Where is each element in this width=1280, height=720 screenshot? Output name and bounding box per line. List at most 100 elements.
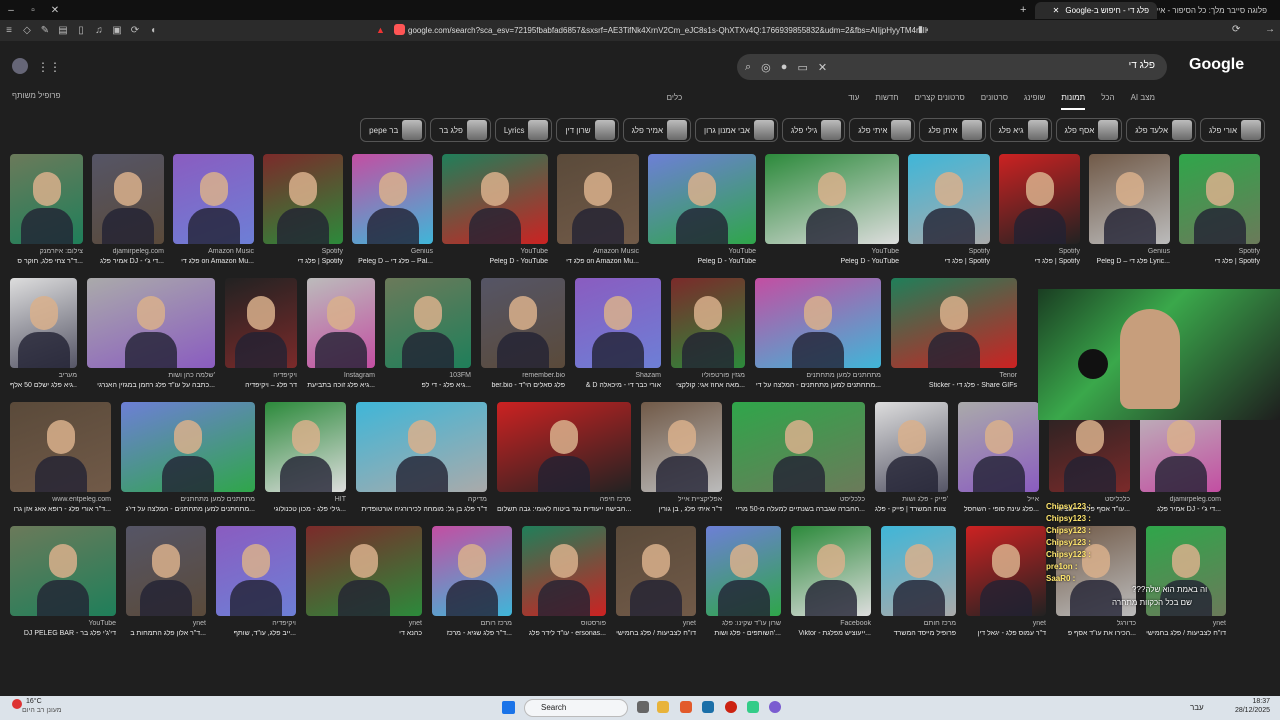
tab-tools[interactable]: כלים bbox=[667, 93, 683, 110]
result-title[interactable]: גיא פלג זוכה בתביעת... bbox=[307, 382, 375, 389]
related-chip[interactable]: אלעד פלג bbox=[1126, 118, 1196, 142]
result-title[interactable]: & D אורי כבר די - מיכאלה bbox=[575, 382, 661, 389]
result-source[interactable]: HIT bbox=[265, 496, 346, 503]
result-source[interactable]: אייל bbox=[958, 496, 1039, 503]
result-title[interactable]: פלג די on Amazon Mu... bbox=[557, 258, 639, 265]
result-thumbnail[interactable] bbox=[121, 402, 255, 492]
result-title[interactable]: פלג די on Amazon Mu... bbox=[173, 258, 254, 265]
result-title[interactable]: Peleg D - YouTube bbox=[442, 258, 548, 265]
related-chip[interactable]: איתן פלג bbox=[919, 118, 986, 142]
result-title[interactable]: השותפים - פלג ושות'... bbox=[706, 630, 781, 637]
result-title[interactable]: גיא פלג - די לפ... bbox=[385, 382, 471, 389]
result-title[interactable]: Peleg D – פלג די – Pal... bbox=[352, 258, 433, 265]
result-source[interactable]: מגזין פורטפוליו bbox=[671, 372, 745, 379]
result-source[interactable]: מתחתנים למען מתחתנים bbox=[755, 372, 881, 379]
taskbar-search[interactable]: Search bbox=[524, 699, 628, 717]
result-source[interactable]: אפליקציית אייל bbox=[641, 496, 722, 503]
result-title[interactable]: חבישה ייעודית נגד ביטוח לאומי: גבה תשלום… bbox=[497, 506, 631, 513]
related-chip[interactable]: גילי פלג bbox=[781, 118, 846, 142]
result-thumbnail[interactable] bbox=[875, 402, 948, 492]
result-source[interactable]: YouTube bbox=[442, 248, 548, 255]
tab-images[interactable]: תמונות bbox=[1061, 93, 1086, 110]
result-source[interactable]: Amazon Music bbox=[173, 248, 254, 255]
result-title[interactable]: Peleg D - YouTube bbox=[648, 258, 756, 265]
task-view-icon[interactable] bbox=[637, 701, 649, 713]
result-thumbnail[interactable] bbox=[263, 154, 343, 244]
result-thumbnail[interactable] bbox=[352, 154, 433, 244]
result-title[interactable]: ד"ר צחי פלג, חוקר ס... bbox=[10, 258, 83, 265]
keyboard-icon[interactable]: ▭ bbox=[797, 61, 807, 74]
related-chip[interactable]: אבי אמנון גרון bbox=[695, 118, 778, 142]
avatar[interactable] bbox=[12, 58, 28, 74]
result-title[interactable]: מתחתנים למען מתחתנים - המלצה על די'ג... bbox=[121, 506, 255, 513]
result-thumbnail[interactable] bbox=[10, 154, 83, 244]
music-icon[interactable]: ♫ bbox=[93, 25, 105, 37]
result-title[interactable]: כהנא די bbox=[306, 630, 422, 637]
result-title[interactable]: Peleg D – פלג די Lyric... bbox=[1089, 258, 1170, 265]
result-source[interactable]: djamirpeleg.com bbox=[92, 248, 164, 255]
result-thumbnail[interactable] bbox=[10, 526, 116, 616]
result-thumbnail[interactable] bbox=[966, 526, 1046, 616]
result-title[interactable]: מאה אחוז אגי: קולקצי... bbox=[671, 382, 745, 389]
result-title[interactable]: דו"ח לצביעות / פלג בחמישי bbox=[1146, 630, 1226, 637]
new-tab-icon[interactable]: + bbox=[1020, 4, 1026, 16]
weather-icon[interactable] bbox=[12, 699, 22, 709]
result-title[interactable]: הכירו את עו"ד אסף פ... bbox=[1056, 630, 1136, 637]
result-title[interactable]: עו"ד לידר פלג - ersonas... bbox=[522, 630, 606, 637]
result-source[interactable]: Genius bbox=[352, 248, 433, 255]
safe-search-label[interactable]: פרופיל משותף bbox=[12, 91, 61, 100]
back-icon[interactable]: → bbox=[1265, 24, 1275, 35]
start-icon[interactable] bbox=[502, 701, 515, 714]
result-title[interactable]: פלג עינת סופי - השחסל... bbox=[958, 506, 1039, 513]
result-title[interactable]: פלג די | Spotify bbox=[999, 258, 1080, 265]
result-source[interactable]: ynet bbox=[1146, 620, 1226, 627]
result-thumbnail[interactable] bbox=[216, 526, 296, 616]
search-icon[interactable]: ⌕ bbox=[745, 61, 751, 74]
related-chip[interactable]: איתי פלג bbox=[849, 118, 916, 142]
lens-icon[interactable]: ◎ bbox=[761, 61, 771, 74]
result-thumbnail[interactable] bbox=[356, 402, 487, 492]
related-chip[interactable]: אמיר פלג bbox=[622, 118, 691, 142]
app-icon-2[interactable] bbox=[747, 701, 759, 713]
result-source[interactable]: ויקיפדיה bbox=[216, 620, 296, 627]
tab-shopping[interactable]: שופינג bbox=[1024, 93, 1045, 110]
result-thumbnail[interactable] bbox=[557, 154, 639, 244]
result-title[interactable]: ד"ר אלון פלג התמחות ב... bbox=[126, 630, 206, 637]
result-title[interactable]: ייב פלג, עו"ד, שותף... bbox=[216, 630, 296, 637]
result-thumbnail[interactable] bbox=[706, 526, 781, 616]
tab-ai-mode[interactable]: מצב AI bbox=[1131, 93, 1155, 110]
result-source[interactable]: www.entpeleg.com bbox=[10, 496, 111, 503]
edit-icon[interactable]: ✎ bbox=[39, 25, 51, 37]
result-source[interactable]: צילום: איזרמנק bbox=[10, 248, 83, 255]
result-title[interactable]: ד"ר אורי פלג - רופא אאג אזן גרו... bbox=[10, 506, 111, 513]
result-source[interactable]: Instagram bbox=[307, 372, 375, 379]
result-source[interactable]: Genius bbox=[1089, 248, 1170, 255]
result-title[interactable]: ber.bio - פלג סאלים הי"ד bbox=[481, 382, 565, 389]
tab-google-search[interactable]: פלג די - חיפוש ב-Google ✕ bbox=[1035, 2, 1157, 19]
result-thumbnail[interactable] bbox=[999, 154, 1080, 244]
result-title[interactable]: גיא פלג ישלם 50 אלף... bbox=[10, 382, 77, 389]
language-indicator[interactable]: עבר bbox=[1190, 703, 1204, 712]
result-thumbnail[interactable] bbox=[648, 154, 756, 244]
url-field[interactable]: google.com/search?sca_esv=72195fbabfad68… bbox=[408, 23, 928, 38]
close-window-icon[interactable]: ✕ bbox=[44, 5, 66, 16]
bookmark-star-icon[interactable]: ▮ bbox=[918, 24, 923, 35]
result-title[interactable]: צוות המשרד | פייק - פלג ... bbox=[875, 506, 948, 513]
result-source[interactable]: Spotify bbox=[263, 248, 343, 255]
result-thumbnail[interactable] bbox=[10, 278, 77, 368]
result-title[interactable]: דר פלג – ויקיפדיה bbox=[225, 382, 297, 389]
result-source[interactable]: Amazon Music bbox=[557, 248, 639, 255]
minimize-icon[interactable]: – bbox=[0, 5, 22, 16]
file-explorer-icon[interactable] bbox=[657, 701, 669, 713]
result-source[interactable]: מרכז חיפה bbox=[497, 496, 631, 503]
related-chip[interactable]: גיא פלג bbox=[989, 118, 1052, 142]
result-thumbnail[interactable] bbox=[791, 526, 871, 616]
related-chip[interactable]: פלג בר bbox=[430, 118, 491, 142]
tab-news[interactable]: חדשות bbox=[875, 93, 898, 110]
result-source[interactable]: מרכז רותם bbox=[432, 620, 512, 627]
result-title[interactable]: Viktor - ייעוציש מפלגת... bbox=[791, 630, 871, 637]
maximize-icon[interactable]: ▫ bbox=[22, 5, 44, 16]
alert-icon[interactable]: ▲ bbox=[376, 25, 385, 35]
result-source[interactable]: פורסטוס bbox=[522, 620, 606, 627]
audio-icon[interactable]: ◖ bbox=[147, 25, 159, 37]
